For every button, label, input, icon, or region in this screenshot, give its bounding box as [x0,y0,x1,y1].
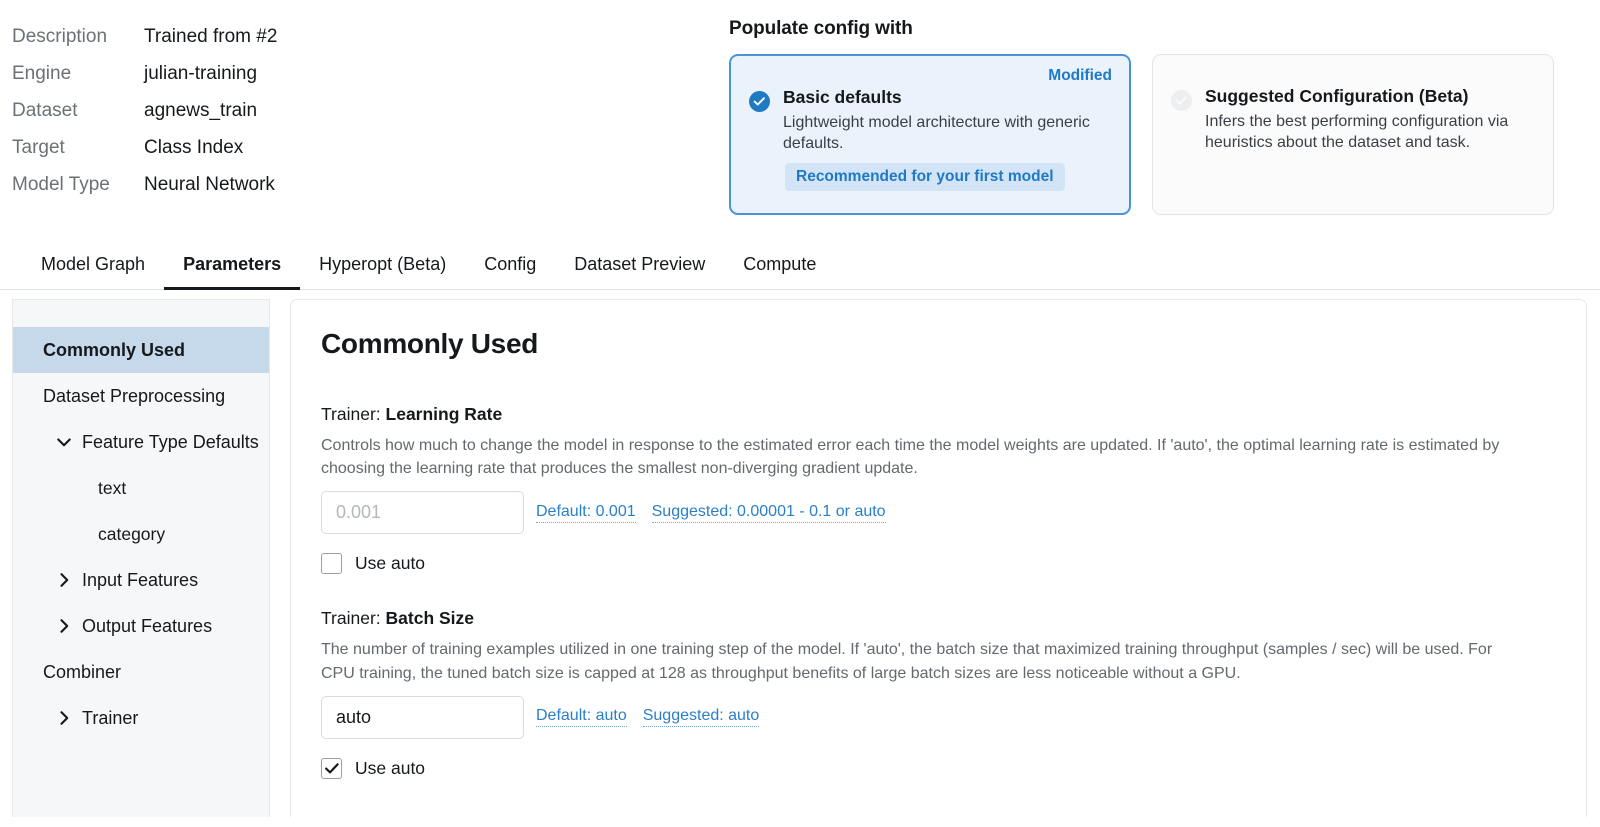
sidebar-item-label: Combiner [43,661,122,682]
config-card-title: Suggested Configuration (Beta) [1205,86,1469,106]
tab-hyperopt[interactable]: Hyperopt (Beta) [300,242,465,290]
field-hints: Default: auto Suggested: auto [536,707,760,728]
use-auto-row: Use auto [321,553,1556,575]
use-auto-row: Use auto [321,757,1556,779]
chevron-down-icon[interactable] [57,437,71,447]
sidebar-item-label: Trainer [82,707,139,728]
field-label: Trainer: Batch Size [321,608,1556,629]
metadata-row: Model Type Neural Network [12,166,277,203]
sidebar-item-commonly-used[interactable]: Commonly Used [13,327,269,373]
populate-config-section: Populate config with Modified Basic defa… [729,18,1569,215]
modified-badge: Modified [1048,67,1112,84]
field-label-prefix: Trainer: [321,608,386,629]
config-card-description: Infers the best performing configuration… [1205,112,1509,152]
tab-parameters[interactable]: Parameters [164,242,301,290]
config-card-description: Lightweight model architecture with gene… [783,113,1090,153]
parameters-body: Commonly Used Dataset Preprocessing Feat… [0,290,1600,817]
sidebar-item-label: Commonly Used [43,339,186,360]
suggested-hint-link[interactable]: Suggested: 0.00001 - 0.1 or auto [651,503,886,523]
field-label-name: Batch Size [385,608,475,629]
metadata-label: Target [12,137,65,158]
default-hint-link[interactable]: Default: auto [536,707,627,728]
sidebar-item-combiner[interactable]: Combiner [13,649,269,695]
sidebar-item-output-features[interactable]: Output Features [13,603,269,649]
chevron-right-icon[interactable] [57,619,71,633]
config-card-suggested-configuration[interactable]: Suggested Configuration (Beta) Infers th… [1152,54,1554,215]
metadata-row: Engine julian-training [12,55,277,92]
parameters-sidebar: Commonly Used Dataset Preprocessing Feat… [12,299,270,817]
metadata-value: Trained from #2 [144,26,278,47]
recommended-pill: Recommended for your first model [785,163,1065,192]
sidebar-item-dataset-preprocessing[interactable]: Dataset Preprocessing [13,373,269,419]
config-card-basic-defaults[interactable]: Modified Basic defaults Lightweight mode… [729,54,1131,215]
field-learning-rate: Trainer: Learning Rate Controls how much… [321,404,1556,575]
metadata-value: Class Index [144,137,244,158]
field-label-prefix: Trainer: [321,404,386,424]
field-label-name: Learning Rate [385,404,503,424]
tab-dataset-preview[interactable]: Dataset Preview [555,242,724,290]
check-circle-icon [1171,90,1192,111]
sidebar-item-category[interactable]: category [13,511,269,557]
tab-model-graph[interactable]: Model Graph [22,242,164,290]
learning-rate-input[interactable] [321,491,524,535]
use-auto-label: Use auto [355,757,426,778]
sidebar-item-trainer[interactable]: Trainer [13,695,269,741]
metadata-row: Description Trained from #2 [12,18,277,55]
metadata-label: Dataset [12,100,78,121]
chevron-right-icon[interactable] [57,573,71,587]
chevron-right-icon[interactable] [57,711,71,725]
sidebar-item-label: Feature Type Defaults [82,431,259,452]
field-hints: Default: 0.001 Suggested: 0.00001 - 0.1 … [536,503,886,523]
metadata-row: Dataset agnews_train [12,92,277,129]
metadata-value: Neural Network [144,174,275,195]
metadata-value: julian-training [144,63,258,84]
sidebar-top-spacer [13,300,269,327]
field-label: Trainer: Learning Rate [321,404,1556,425]
metadata-label: Engine [12,63,72,84]
metadata-row: Target Class Index [12,129,277,166]
tab-bar: Model Graph Parameters Hyperopt (Beta) C… [0,242,1600,290]
populate-config-title: Populate config with [729,18,913,39]
field-description: The number of training examples utilized… [321,641,1493,682]
sidebar-item-label: Input Features [82,569,199,590]
metadata-label: Description [12,26,108,47]
sidebar-item-label: category [98,523,166,544]
check-circle-icon [749,91,770,112]
sidebar-item-label: Output Features [82,615,213,636]
use-auto-checkbox[interactable] [321,553,342,575]
default-hint-link[interactable]: Default: 0.001 [536,503,636,523]
model-metadata-table: Description Trained from #2 Engine julia… [12,18,277,203]
config-preset-cards: Modified Basic defaults Lightweight mode… [729,54,1569,215]
suggested-hint-link[interactable]: Suggested: auto [642,707,760,728]
sidebar-item-input-features[interactable]: Input Features [13,557,269,603]
metadata-label: Model Type [12,174,110,195]
batch-size-input[interactable] [321,695,524,739]
sidebar-item-feature-type-defaults[interactable]: Feature Type Defaults [13,419,269,465]
use-auto-checkbox[interactable] [321,757,342,779]
use-auto-label: Use auto [355,553,426,574]
tab-compute[interactable]: Compute [724,242,835,290]
config-card-title: Basic defaults [783,87,902,107]
tab-config[interactable]: Config [465,242,555,290]
metadata-value: agnews_train [144,100,258,121]
field-input-row: Default: 0.001 Suggested: 0.00001 - 0.1 … [321,491,1556,535]
field-description: Controls how much to change the model in… [321,437,1500,478]
sidebar-item-label: Dataset Preprocessing [43,385,226,406]
sidebar-item-label: text [98,477,127,498]
page-title: Commonly Used [321,328,539,359]
header-region: Description Trained from #2 Engine julia… [0,0,1600,232]
field-input-row: Default: auto Suggested: auto [321,695,1556,739]
field-batch-size: Trainer: Batch Size The number of traini… [321,608,1556,779]
sidebar-item-text[interactable]: text [13,465,269,511]
parameters-panel: Commonly Used Trainer: Learning Rate Con… [290,299,1587,817]
